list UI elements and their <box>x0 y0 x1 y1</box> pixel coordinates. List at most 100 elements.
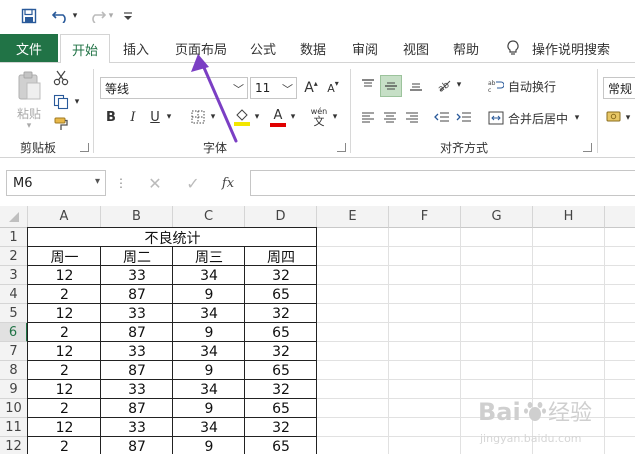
tab-help[interactable]: 帮助 <box>453 34 479 62</box>
accounting-format-icon[interactable] <box>604 107 624 127</box>
alignment-launcher-icon[interactable] <box>583 143 592 152</box>
fill-color-dropdown-icon[interactable]: ▾ <box>252 109 262 125</box>
redo-icon[interactable] <box>86 6 108 26</box>
header-cell[interactable]: 周四 <box>245 247 317 266</box>
table-cell[interactable]: 33 <box>101 304 173 323</box>
tell-me-search[interactable]: 操作说明搜索 <box>532 34 610 62</box>
column-header-g[interactable]: G <box>461 206 533 228</box>
grow-font-button[interactable]: A ▴ <box>302 77 320 99</box>
table-cell[interactable]: 65 <box>245 399 317 418</box>
phonetic-button[interactable]: wén 文 <box>308 105 330 129</box>
table-cell[interactable]: 34 <box>173 266 245 285</box>
table-cell[interactable]: 12 <box>28 266 101 285</box>
decrease-indent-icon[interactable] <box>432 107 452 127</box>
column-header-b[interactable]: B <box>101 206 173 228</box>
borders-dropdown-icon[interactable]: ▾ <box>208 109 218 125</box>
table-cell[interactable]: 32 <box>245 380 317 399</box>
table-cell[interactable]: 2 <box>28 361 101 380</box>
more-icon[interactable]: ⋮ <box>115 174 127 192</box>
bold-button[interactable]: B <box>102 107 120 127</box>
align-center-icon[interactable] <box>380 107 400 127</box>
column-header-h[interactable]: H <box>533 206 605 228</box>
column-header-c[interactable]: C <box>173 206 245 228</box>
undo-dropdown-icon[interactable]: ▾ <box>70 6 80 26</box>
table-cell[interactable]: 34 <box>173 342 245 361</box>
table-cell[interactable]: 9 <box>173 437 245 454</box>
table-cell[interactable]: 34 <box>173 380 245 399</box>
font-color-button[interactable]: A <box>268 105 288 129</box>
table-cell[interactable]: 2 <box>28 285 101 304</box>
customize-qat-icon[interactable] <box>120 6 136 26</box>
orientation-dropdown-icon[interactable]: ▾ <box>454 78 464 92</box>
copy-icon[interactable] <box>52 93 70 111</box>
table-cell[interactable]: 9 <box>173 285 245 304</box>
row-header-12[interactable]: 12 <box>0 437 28 454</box>
column-header-d[interactable]: D <box>245 206 317 228</box>
enter-icon[interactable]: ✓ <box>182 174 204 193</box>
table-cell[interactable]: 34 <box>173 418 245 437</box>
borders-icon[interactable] <box>188 107 208 127</box>
column-header-e[interactable]: E <box>317 206 389 228</box>
table-cell[interactable]: 9 <box>173 323 245 342</box>
align-left-icon[interactable] <box>358 107 378 127</box>
cut-icon[interactable] <box>52 69 70 87</box>
column-header-f[interactable]: F <box>389 206 461 228</box>
paste-button[interactable]: 粘贴 <box>14 105 44 121</box>
wrap-text-button[interactable]: ab c 自动换行 <box>488 75 560 97</box>
table-cell[interactable]: 2 <box>28 323 101 342</box>
table-cell[interactable]: 34 <box>173 304 245 323</box>
table-cell[interactable]: 87 <box>101 285 173 304</box>
row-header-6[interactable]: 6 <box>0 323 28 342</box>
tab-home[interactable]: 开始 <box>60 34 110 63</box>
table-cell[interactable]: 87 <box>101 399 173 418</box>
table-cell[interactable]: 65 <box>245 285 317 304</box>
table-cell[interactable]: 33 <box>101 342 173 361</box>
accounting-dropdown-icon[interactable]: ▾ <box>623 110 633 126</box>
tab-file[interactable]: 文件 <box>0 34 58 62</box>
save-icon[interactable] <box>18 6 40 26</box>
row-header-11[interactable]: 11 <box>0 418 28 437</box>
align-top-icon[interactable] <box>358 75 378 95</box>
tab-view[interactable]: 视图 <box>403 34 429 62</box>
font-name-select[interactable]: 等线 ﹀ <box>100 77 248 99</box>
row-header-1[interactable]: 1 <box>0 228 28 247</box>
table-cell[interactable]: 87 <box>101 437 173 454</box>
table-cell[interactable]: 32 <box>245 418 317 437</box>
number-format-select[interactable]: 常规 <box>603 77 635 99</box>
paste-icon[interactable] <box>14 69 44 103</box>
cancel-icon[interactable]: ✕ <box>144 174 166 193</box>
table-cell[interactable]: 87 <box>101 323 173 342</box>
clipboard-launcher-icon[interactable] <box>80 143 89 152</box>
tab-insert[interactable]: 插入 <box>123 34 149 62</box>
table-cell[interactable]: 12 <box>28 380 101 399</box>
row-header-2[interactable]: 2 <box>0 247 28 266</box>
align-middle-icon[interactable] <box>380 75 402 97</box>
table-cell[interactable]: 65 <box>245 361 317 380</box>
header-cell[interactable]: 周三 <box>173 247 245 266</box>
table-cell[interactable]: 33 <box>101 418 173 437</box>
merge-dropdown-icon[interactable]: ▾ <box>572 110 582 126</box>
paste-dropdown-icon[interactable]: ▾ <box>22 121 36 131</box>
table-cell[interactable]: 33 <box>101 380 173 399</box>
table-cell[interactable]: 9 <box>173 361 245 380</box>
insert-function-icon[interactable]: fx <box>216 174 240 192</box>
align-right-icon[interactable] <box>402 107 422 127</box>
select-all-corner[interactable] <box>0 206 28 228</box>
table-cell[interactable]: 12 <box>28 304 101 323</box>
table-cell[interactable]: 87 <box>101 361 173 380</box>
table-cell[interactable]: 9 <box>173 399 245 418</box>
align-bottom-icon[interactable] <box>406 75 426 95</box>
shrink-font-button[interactable]: A ▾ <box>324 77 342 99</box>
formula-input[interactable] <box>250 170 635 196</box>
table-cell[interactable]: 2 <box>28 437 101 454</box>
table-cell[interactable]: 33 <box>101 266 173 285</box>
underline-dropdown-icon[interactable]: ▾ <box>164 109 174 125</box>
row-header-9[interactable]: 9 <box>0 380 28 399</box>
font-color-dropdown-icon[interactable]: ▾ <box>288 109 298 125</box>
increase-indent-icon[interactable] <box>454 107 474 127</box>
fill-color-icon[interactable] <box>232 105 252 129</box>
italic-button[interactable]: I <box>124 107 142 127</box>
row-header-3[interactable]: 3 <box>0 266 28 285</box>
table-cell[interactable]: 65 <box>245 323 317 342</box>
table-cell[interactable]: 32 <box>245 342 317 361</box>
